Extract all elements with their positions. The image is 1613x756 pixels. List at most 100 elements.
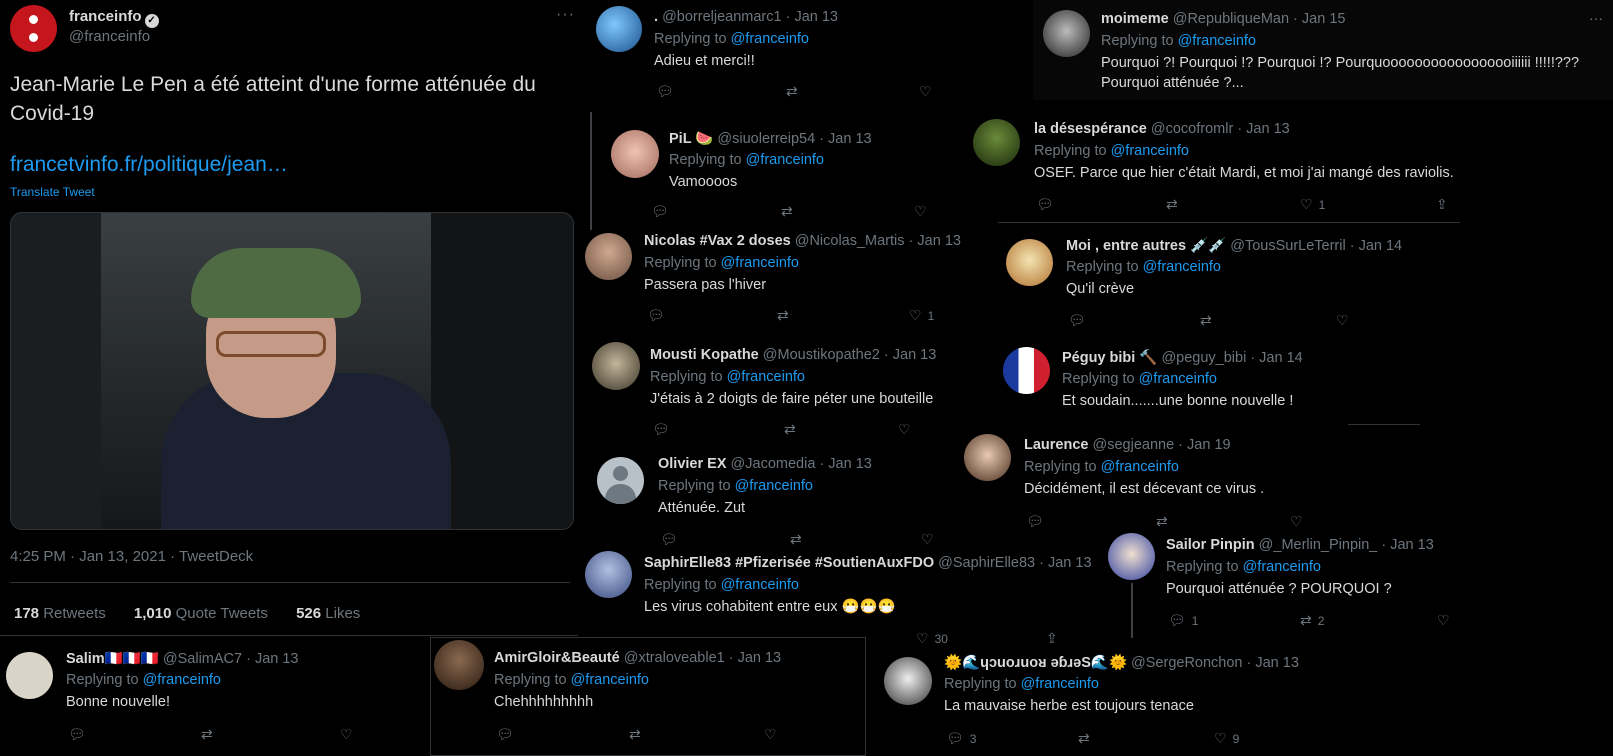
mention-link[interactable]: @franceinfo [721, 577, 799, 593]
reply-tweet[interactable]: SaphirElle83 #Pfizerisée #SoutienAuxFDO … [578, 545, 1098, 646]
retweet-icon[interactable]: ⇄ [784, 421, 796, 438]
retweet-icon[interactable]: ⇄ [1166, 196, 1178, 213]
reply-icon[interactable]: 💬︎ [68, 726, 86, 743]
avatar[interactable] [585, 551, 632, 598]
reply-icon[interactable]: 💬︎ [652, 421, 670, 438]
mention-link[interactable]: @franceinfo [1143, 259, 1221, 275]
reply-tweet[interactable]: PiL 🍉 @siuolerreip54 · Jan 13 Replying t… [605, 120, 965, 230]
mention-link[interactable]: @franceinfo [721, 255, 799, 271]
share-icon[interactable]: ⇪ [1436, 196, 1448, 213]
author-name[interactable]: moimeme @RepubliqueMan · Jan 15 [1101, 11, 1345, 27]
reply-tweet[interactable]: Nicolas #Vax 2 doses @Nicolas_Martis · J… [578, 230, 961, 340]
author-name[interactable]: SaphirElle83 #Pfizerisée #SoutienAuxFDO … [644, 555, 1092, 571]
reply-tweet[interactable]: Olivier EX @Jacomedia · Jan 13 Replying … [590, 445, 960, 547]
mention-link[interactable]: @franceinfo [727, 369, 805, 385]
author-name[interactable]: la désespérance @cocofromlr · Jan 13 [1034, 121, 1290, 137]
avatar[interactable] [884, 657, 932, 705]
reply-tweet[interactable]: la désespérance @cocofromlr · Jan 13 Rep… [970, 112, 1460, 220]
avatar[interactable] [592, 342, 640, 390]
mention-link[interactable]: @franceinfo [1021, 676, 1099, 692]
like-icon[interactable]: ♡ [1437, 612, 1450, 629]
mention-link[interactable]: @franceinfo [1243, 559, 1321, 575]
mention-link[interactable]: @franceinfo [1178, 33, 1256, 49]
like-button[interactable]: ♡ 1 [909, 307, 934, 324]
reply-tweet[interactable]: Salim🇫🇷🇫🇷🇫🇷 @SalimAC7 · Jan 13 Replying … [0, 640, 430, 756]
retweet-icon[interactable]: ⇄ [1200, 312, 1212, 329]
franceinfo-avatar[interactable] [10, 5, 57, 52]
like-icon[interactable]: ♡ [898, 421, 911, 438]
author-name[interactable]: Sailor Pinpin @_Merlin_Pinpin_ · Jan 13 [1166, 537, 1434, 553]
author-name[interactable]: Laurence @segjeanne · Jan 19 [1024, 437, 1231, 453]
retweet-icon[interactable]: ⇄ [777, 307, 789, 324]
article-link[interactable]: francetvinfo.fr/politique/jean… [10, 153, 288, 177]
author-name[interactable]: AmirGloir&Beauté @xtraloveable1 · Jan 13 [494, 650, 781, 666]
author-name[interactable]: 🌞🌊ɥɔuoɹuoᴚ ǝɓɹǝS🌊🌞 @SergeRonchon · Jan 1… [944, 654, 1299, 671]
mention-link[interactable]: @franceinfo [735, 478, 813, 494]
reply-icon[interactable]: 💬︎ [1036, 196, 1054, 213]
author-name[interactable]: Mousti Kopathe @Moustikopathe2 · Jan 13 [650, 347, 936, 363]
retweet-icon[interactable]: ⇄ [1078, 730, 1090, 747]
reply-tweet[interactable]: AmirGloir&Beauté @xtraloveable1 · Jan 13… [430, 637, 866, 756]
translate-tweet-link[interactable]: Translate Tweet [10, 185, 95, 199]
author-name[interactable]: PiL 🍉 @siuolerreip54 · Jan 13 [669, 130, 872, 147]
avatar[interactable] [1108, 533, 1155, 580]
reply-icon[interactable]: 💬︎ [496, 726, 514, 743]
reply-button[interactable]: 💬︎ 3 [946, 730, 976, 747]
mention-link[interactable]: @franceinfo [1111, 143, 1189, 159]
avatar[interactable] [6, 652, 53, 699]
default-avatar-icon[interactable] [597, 457, 644, 504]
reply-icon[interactable]: 💬︎ [656, 83, 674, 100]
retweet-icon[interactable]: ⇄ [201, 726, 213, 743]
reply-icon[interactable]: 💬︎ [1026, 513, 1044, 530]
author-name[interactable]: Moi , entre autres 💉💉 @TousSurLeTerril ·… [1066, 237, 1402, 254]
author-name[interactable]: Nicolas #Vax 2 doses @Nicolas_Martis · J… [644, 233, 961, 249]
more-options-icon[interactable]: ··· [556, 6, 575, 24]
avatar[interactable] [973, 119, 1020, 166]
retweet-button[interactable]: ⇄ 2 [1300, 612, 1324, 629]
mention-link[interactable]: @franceinfo [746, 152, 824, 168]
mention-link[interactable]: @franceinfo [1101, 459, 1179, 475]
mention-link[interactable]: @franceinfo [731, 31, 809, 47]
reply-tweet[interactable]: Moi , entre autres 💉💉 @TousSurLeTerril ·… [1000, 228, 1402, 336]
reply-tweet[interactable]: Sailor Pinpin @_Merlin_Pinpin_ · Jan 13 … [1100, 528, 1470, 636]
reply-icon[interactable]: 💬︎ [647, 307, 665, 324]
reply-icon[interactable]: 💬︎ [1068, 312, 1086, 329]
like-icon[interactable]: ♡ [919, 83, 932, 100]
avatar[interactable] [1043, 10, 1090, 57]
author-handle[interactable]: @franceinfo [69, 28, 150, 45]
avatar[interactable] [596, 6, 642, 52]
likes-stat[interactable]: 526 Likes [296, 605, 372, 622]
author-name[interactable]: Péguy bibi 🔨 @peguy_bibi · Jan 14 [1062, 349, 1303, 366]
like-icon[interactable]: ♡ [764, 726, 777, 743]
like-icon[interactable]: ♡ [340, 726, 353, 743]
like-button[interactable]: ♡ 9 [1214, 730, 1239, 747]
like-icon[interactable]: ♡ [1336, 312, 1349, 329]
avatar[interactable] [434, 640, 484, 690]
author-name[interactable]: franceinfo ✓ [69, 8, 159, 28]
quote-tweets-stat[interactable]: 1,010 Quote Tweets [134, 605, 280, 622]
retweet-icon[interactable]: ⇄ [786, 83, 798, 100]
reply-icon[interactable]: 💬︎ [651, 203, 669, 220]
author-name[interactable]: . @borreljeanmarc1 · Jan 13 [654, 9, 838, 25]
reply-tweet[interactable]: Péguy bibi 🔨 @peguy_bibi · Jan 14 Replyi… [1000, 340, 1400, 420]
mention-link[interactable]: @franceinfo [1139, 371, 1217, 387]
avatar[interactable] [964, 434, 1011, 481]
avatar[interactable] [1003, 347, 1050, 394]
avatar[interactable] [1006, 239, 1053, 286]
reply-tweet[interactable]: moimeme @RepubliqueMan · Jan 15 ··· Repl… [1033, 0, 1613, 100]
reply-button[interactable]: 💬︎ 1 [1168, 612, 1198, 629]
reply-tweet[interactable]: 🌞🌊ɥɔuoɹuoᴚ ǝɓɹǝS🌊🌞 @SergeRonchon · Jan 1… [870, 645, 1299, 756]
author-name[interactable]: Olivier EX @Jacomedia · Jan 13 [658, 456, 872, 472]
reply-tweet[interactable]: . @borreljeanmarc1 · Jan 13 Replying to … [590, 0, 970, 110]
avatar[interactable] [585, 233, 632, 280]
retweet-icon[interactable]: ⇄ [629, 726, 641, 743]
author-name[interactable]: Salim🇫🇷🇫🇷🇫🇷 @SalimAC7 · Jan 13 [66, 650, 299, 667]
reply-tweet[interactable]: Mousti Kopathe @Moustikopathe2 · Jan 13 … [584, 342, 954, 442]
more-options-icon[interactable]: ··· [1589, 10, 1603, 26]
tweet-photo[interactable] [10, 212, 574, 530]
like-button[interactable]: ♡ 1 [1300, 196, 1325, 213]
avatar[interactable] [611, 130, 659, 178]
reply-tweet[interactable]: Laurence @segjeanne · Jan 19 Replying to… [960, 428, 1330, 530]
retweet-icon[interactable]: ⇄ [781, 203, 793, 220]
retweets-stat[interactable]: 178 Retweets [14, 605, 118, 622]
